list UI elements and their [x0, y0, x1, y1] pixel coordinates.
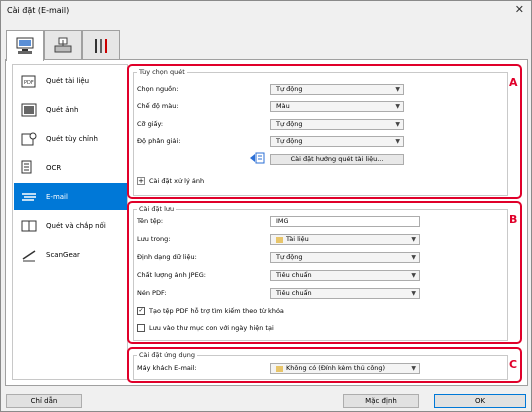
subfolder-checkbox[interactable] [137, 324, 145, 332]
app-settings-group: Cài đặt ứng dụng C Máy khách E-mail: Khô… [127, 347, 522, 383]
svg-text:PDF: PDF [24, 80, 34, 86]
paper-size-value: Tự động [276, 120, 303, 128]
sidebar-item-photo-scan[interactable]: Quét ảnh [14, 96, 127, 123]
chevron-down-icon: ▼ [411, 254, 416, 261]
color-mode-select[interactable]: Màu ▼ [270, 101, 404, 112]
email-client-icon [276, 365, 283, 372]
jpeg-quality-value: Tiêu chuẩn [276, 271, 312, 279]
source-value: Tự động [276, 85, 303, 93]
ok-button[interactable]: OK [434, 394, 526, 408]
chevron-down-icon: ▼ [411, 236, 416, 243]
email-icon [20, 188, 38, 206]
custom-scan-icon [20, 130, 38, 148]
jpeg-quality-select[interactable]: Tiêu chuẩn ▼ [270, 270, 420, 281]
sidebar-item-scangear[interactable]: ScanGear [14, 241, 127, 268]
resolution-value: Tự động [276, 137, 303, 145]
data-format-label: Định dạng dữ liệu: [137, 253, 197, 261]
pdf-compression-value: Tiêu chuẩn [276, 289, 312, 297]
tab-scan-from-panel[interactable] [44, 30, 82, 60]
save-in-value: Tài liệu [286, 235, 309, 243]
subfolder-label: Lưu vào thư mục con với ngày hiện tại [149, 324, 274, 332]
email-client-select[interactable]: Không có (Đính kèm thủ công) ▼ [270, 363, 420, 374]
content-panel: PDF Quét tài liệu Quét ảnh Quét tùy chỉn… [5, 59, 528, 386]
defaults-button[interactable]: Mặc định [343, 394, 419, 408]
computer-icon [16, 37, 34, 54]
sidebar-item-label: Quét và chắp nối [46, 221, 106, 230]
chevron-down-icon: ▼ [395, 86, 400, 93]
sidebar-item-label: OCR [46, 163, 62, 172]
sidebar-item-label: ScanGear [46, 250, 80, 259]
save-in-label: Lưu trong: [137, 235, 171, 243]
expand-image-processing-button[interactable]: + [137, 177, 145, 185]
jpeg-quality-label: Chất lượng ảnh JPEG: [137, 271, 206, 279]
email-client-value: Không có (Đính kèm thủ công) [286, 364, 386, 372]
instructions-button[interactable]: Chỉ dẫn [6, 394, 82, 408]
marker-b: B [509, 213, 518, 226]
sidebar-item-ocr[interactable]: OCR [14, 154, 127, 181]
data-format-select[interactable]: Tự động ▼ [270, 252, 420, 263]
scan-options-group: Tùy chọn quét A Chọn nguồn: Tự động ▼ Chế… [127, 64, 522, 199]
document-settings-button[interactable]: Cài đặt hướng quét tài liệu... [270, 154, 404, 165]
filename-input[interactable]: IMG [270, 216, 420, 227]
sidebar-item-label: Quét tài liệu [46, 76, 90, 85]
chevron-down-icon: ▼ [411, 290, 416, 297]
paper-size-select[interactable]: Tự động ▼ [270, 119, 404, 130]
keyword-pdf-label: Tạo tệp PDF hỗ trợ tìm kiếm theo từ khóa [149, 307, 284, 315]
app-settings-title: Cài đặt ứng dụng [137, 351, 198, 359]
ocr-icon [20, 159, 38, 177]
source-label: Chọn nguồn: [137, 85, 179, 93]
color-mode-value: Màu [276, 102, 290, 110]
sidebar-item-label: E-mail [46, 192, 68, 201]
save-settings-group: Cài đặt lưu B Tên tệp: IMG Lưu trong: Tà… [127, 201, 522, 344]
paper-size-label: Cỡ giấy: [137, 120, 164, 128]
tab-general-settings[interactable] [82, 30, 120, 60]
sidebar-item-document-scan[interactable]: PDF Quét tài liệu [14, 67, 127, 94]
source-select[interactable]: Tự động ▼ [270, 84, 404, 95]
sidebar-item-label: Quét tùy chỉnh [46, 134, 98, 143]
sidebar-item-label: Quét ảnh [46, 105, 79, 114]
settings-window: Cài đặt (E-mail) ✕ PDF Quét tài liệu Qué… [0, 0, 532, 412]
filename-label: Tên tệp: [137, 217, 164, 225]
tab-scan-from-computer[interactable] [6, 30, 44, 61]
data-format-value: Tự động [276, 253, 303, 261]
marker-a: A [509, 76, 518, 89]
filename-value: IMG [276, 217, 289, 225]
sidebar-item-custom-scan[interactable]: Quét tùy chỉnh [14, 125, 127, 152]
scan-options-title: Tùy chọn quét [137, 68, 187, 76]
save-in-select[interactable]: Tài liệu ▼ [270, 234, 420, 245]
folder-icon [276, 236, 283, 243]
sidebar-item-email[interactable]: E-mail [14, 183, 127, 210]
pdf-compression-select[interactable]: Tiêu chuẩn ▼ [270, 288, 420, 299]
sidebar: PDF Quét tài liệu Quét ảnh Quét tùy chỉn… [12, 64, 128, 380]
chevron-down-icon: ▼ [411, 272, 416, 279]
chevron-down-icon: ▼ [395, 138, 400, 145]
scanner-icon [54, 37, 72, 52]
marker-c: C [509, 358, 518, 371]
chevron-down-icon: ▼ [395, 121, 400, 128]
document-scan-icon: PDF [20, 72, 38, 90]
scangear-icon [20, 246, 38, 264]
save-settings-title: Cài đặt lưu [137, 205, 177, 213]
document-orientation-icon [249, 151, 265, 167]
keyword-pdf-checkbox[interactable]: ✓ [137, 307, 145, 315]
image-processing-label: Cài đặt xử lý ảnh [149, 177, 205, 185]
chevron-down-icon: ▼ [411, 365, 416, 372]
email-client-label: Máy khách E-mail: [137, 364, 197, 372]
window-title: Cài đặt (E-mail) [7, 6, 70, 15]
color-mode-label: Chế độ màu: [137, 102, 179, 110]
pdf-compression-label: Nén PDF: [137, 289, 167, 297]
resolution-select[interactable]: Tự động ▼ [270, 136, 404, 147]
close-icon[interactable]: ✕ [515, 3, 524, 16]
stitch-icon [20, 217, 38, 235]
sidebar-item-scan-stitch[interactable]: Quét và chắp nối [14, 212, 127, 239]
chevron-down-icon: ▼ [395, 103, 400, 110]
tools-icon [95, 38, 107, 53]
resolution-label: Độ phân giải: [137, 137, 181, 145]
photo-scan-icon [20, 101, 38, 119]
